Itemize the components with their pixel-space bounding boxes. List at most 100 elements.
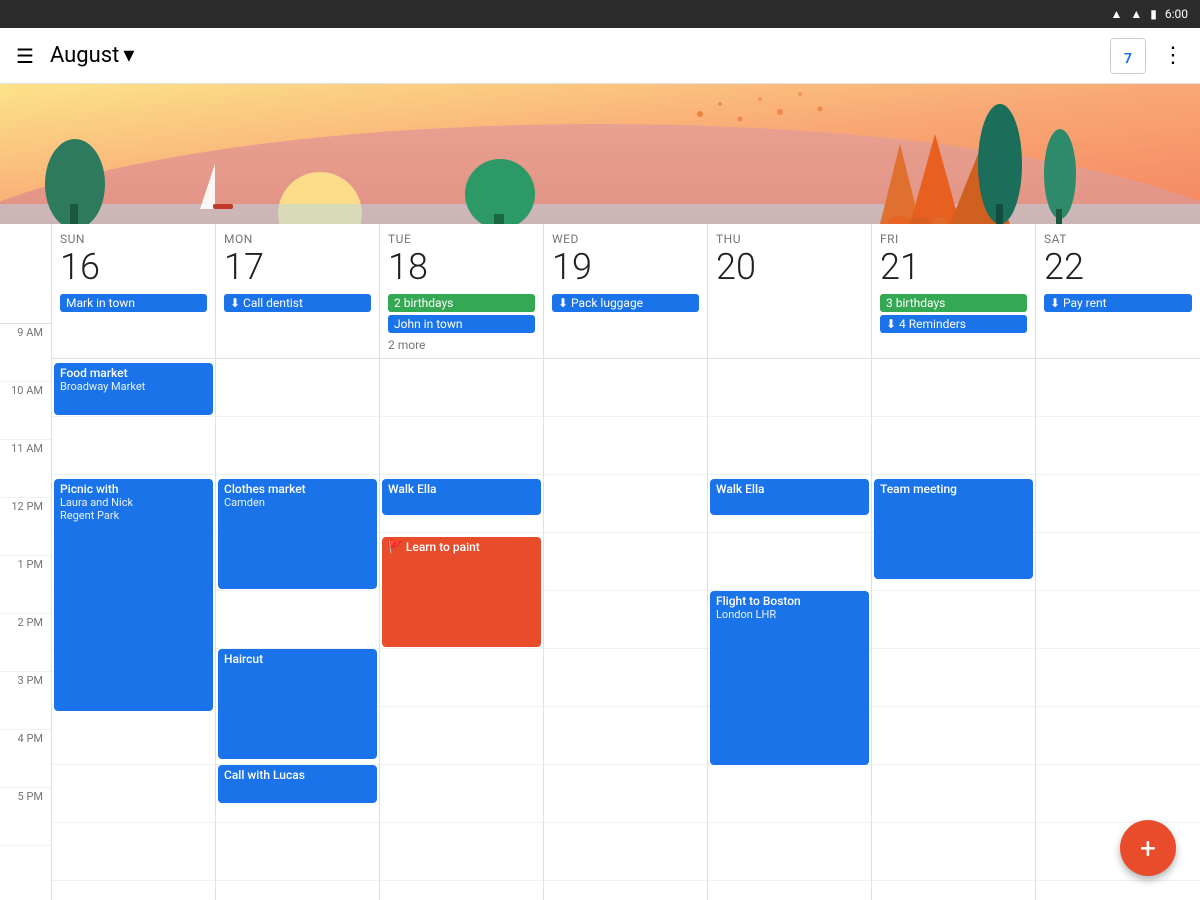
event-picnic[interactable]: Picnic with Laura and Nick Regent Park: [54, 479, 213, 711]
event-walk-ella-tue-title: Walk Ella: [388, 482, 535, 496]
day-body-thu: Walk Ella Flight to Boston London LHR: [708, 359, 872, 900]
event-call-lucas[interactable]: Call with Lucas: [218, 765, 377, 803]
event-learn-paint[interactable]: 🚩 Learn to paint: [382, 537, 541, 647]
banner-illustration: [0, 84, 1200, 224]
hour-12-wed: [544, 533, 707, 591]
more-events-link-tue[interactable]: 2 more: [388, 336, 535, 354]
status-bar: ▲ ▲ ▮ 6:00: [0, 0, 1200, 28]
hour-5-fri: [872, 823, 1035, 881]
time-slot-2pm: 2 PM: [0, 614, 51, 672]
hour-5-wed: [544, 823, 707, 881]
event-pay-rent[interactable]: ⬇ Pay rent: [1044, 294, 1192, 312]
time-slot-5pm: 5 PM: [0, 788, 51, 846]
month-selector[interactable]: August ▾: [50, 43, 134, 68]
add-event-button[interactable]: +: [1120, 820, 1176, 876]
calendar-grid: 9 AM 10 AM 11 AM 12 PM 1 PM 2 PM 3 PM 4 …: [0, 224, 1200, 900]
event-john-in-town[interactable]: John in town: [388, 315, 535, 333]
hour-3-wed: [544, 707, 707, 765]
event-walk-ella-tue[interactable]: Walk Ella: [382, 479, 541, 515]
hour-1-mon: [216, 591, 379, 649]
hour-2-fri: [872, 649, 1035, 707]
hour-2-sat: [1036, 649, 1200, 707]
hour-4-sun: [52, 765, 215, 823]
day-num-fri: 21: [880, 248, 1027, 288]
event-call-dentist[interactable]: ⬇ Call dentist: [224, 294, 371, 312]
hour-9-thu: [708, 359, 871, 417]
hour-4-fri: [872, 765, 1035, 823]
day-body-fri: Team meeting: [872, 359, 1036, 900]
hour-3-fri: [872, 707, 1035, 765]
hour-10-fri: [872, 417, 1035, 475]
day-header-wed: Wed 19 ⬇ Pack luggage: [544, 224, 708, 358]
event-flight-boston-title: Flight to Boston: [716, 594, 863, 608]
day-name-wed: Wed: [552, 232, 699, 246]
event-team-meeting[interactable]: Team meeting: [874, 479, 1033, 579]
calendar-today-button[interactable]: 7: [1110, 38, 1146, 74]
event-clothes-market[interactable]: Clothes market Camden: [218, 479, 377, 589]
day-num-sat: 22: [1044, 248, 1192, 288]
time-slot-12pm: 12 PM: [0, 498, 51, 556]
day-num-thu: 20: [716, 248, 863, 288]
day-name-tue: Tue: [388, 232, 535, 246]
hour-10-sat: [1036, 417, 1200, 475]
day-header-thu: Thu 20: [708, 224, 872, 358]
event-mark-in-town[interactable]: Mark in town: [60, 294, 207, 312]
time-slot-11am: 11 AM: [0, 440, 51, 498]
event-pack-luggage[interactable]: ⬇ Pack luggage: [552, 294, 699, 312]
month-label: August: [50, 43, 119, 68]
hour-5-tue: [380, 823, 543, 881]
top-bar-actions: 7 ⋮: [1110, 38, 1184, 74]
day-name-sun: Sun: [60, 232, 207, 246]
hour-3-tue: [380, 707, 543, 765]
event-haircut[interactable]: Haircut: [218, 649, 377, 759]
event-4-reminders[interactable]: ⬇ 4 Reminders: [880, 315, 1027, 333]
wifi-icon: ▲: [1110, 7, 1122, 21]
event-team-meeting-title: Team meeting: [880, 482, 1027, 496]
hour-10-thu: [708, 417, 871, 475]
day-num-wed: 19: [552, 248, 699, 288]
day-body-tue: Walk Ella 🚩 Learn to paint: [380, 359, 544, 900]
event-picnic-location: Regent Park: [60, 509, 207, 522]
event-2-birthdays[interactable]: 2 birthdays: [388, 294, 535, 312]
event-call-lucas-title: Call with Lucas: [224, 768, 371, 782]
hour-9-tue: [380, 359, 543, 417]
more-options-button[interactable]: ⋮: [1162, 43, 1184, 68]
day-body-sun: Food market Broadway Market Picnic with …: [52, 359, 216, 900]
time-slot-10am: 10 AM: [0, 382, 51, 440]
top-bar: ☰ August ▾ 7 ⋮: [0, 28, 1200, 84]
hour-12-sat: [1036, 533, 1200, 591]
time-slot-4pm: 4 PM: [0, 730, 51, 788]
event-food-market[interactable]: Food market Broadway Market: [54, 363, 213, 415]
event-clothes-market-sub: Camden: [224, 496, 371, 509]
battery-icon: ▮: [1150, 7, 1157, 21]
event-food-market-sub: Broadway Market: [60, 380, 207, 393]
hour-1-wed: [544, 591, 707, 649]
day-num-tue: 18: [388, 248, 535, 288]
hour-3-sun: [52, 707, 215, 765]
days-body: Food market Broadway Market Picnic with …: [52, 359, 1200, 900]
chevron-down-icon: ▾: [123, 43, 134, 68]
hour-3-sat: [1036, 707, 1200, 765]
time-slot-9am: 9 AM: [0, 324, 51, 382]
menu-button[interactable]: ☰: [16, 44, 34, 68]
event-flight-boston[interactable]: Flight to Boston London LHR: [710, 591, 869, 765]
event-walk-ella-thu[interactable]: Walk Ella: [710, 479, 869, 515]
hour-10-tue: [380, 417, 543, 475]
event-food-market-title: Food market: [60, 366, 207, 380]
hour-10-mon: [216, 417, 379, 475]
event-3-birthdays[interactable]: 3 birthdays: [880, 294, 1027, 312]
hour-12-thu: [708, 533, 871, 591]
time-slot-3pm: 3 PM: [0, 672, 51, 730]
day-body-mon: Clothes market Camden Haircut Call with …: [216, 359, 380, 900]
signal-icon: ▲: [1130, 7, 1142, 21]
event-learn-paint-title: 🚩 Learn to paint: [388, 540, 535, 554]
day-header-sun: Sun 16 Mark in town: [52, 224, 216, 358]
day-num-mon: 17: [224, 248, 371, 288]
days-grid: Sun 16 Mark in town Mon 17 ⬇ Call dentis…: [52, 224, 1200, 900]
event-picnic-title: Picnic with: [60, 482, 207, 496]
day-body-sat: [1036, 359, 1200, 900]
status-time: 6:00: [1165, 7, 1188, 21]
hour-1-sat: [1036, 591, 1200, 649]
day-header-fri: Fri 21 3 birthdays ⬇ 4 Reminders: [872, 224, 1036, 358]
day-num-sun: 16: [60, 248, 207, 288]
